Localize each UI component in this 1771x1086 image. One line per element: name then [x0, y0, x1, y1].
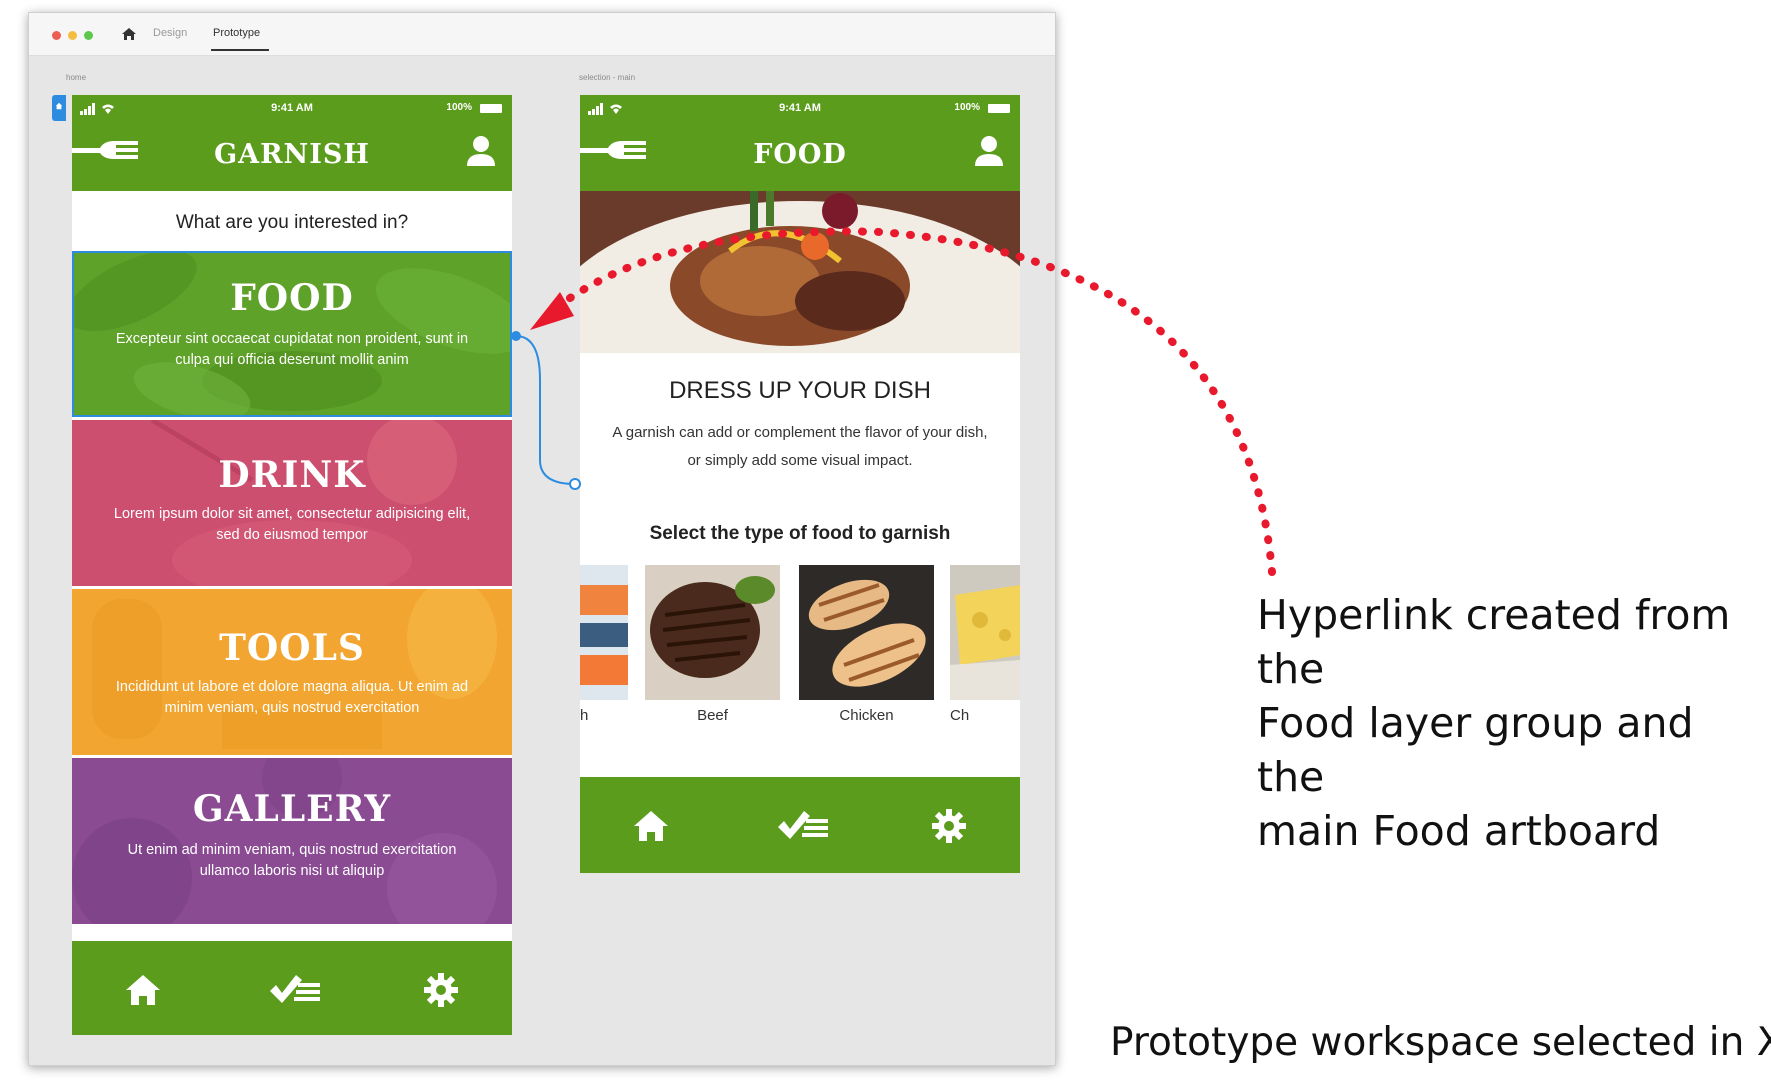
food-card-beef[interactable]: [645, 565, 780, 700]
tile-gallery-description: Ut enim ad minim veniam, quis nostrud ex…: [127, 842, 457, 879]
food-card-fish[interactable]: [580, 565, 628, 700]
chicken-image: [799, 565, 934, 700]
tile-tools-description: Incididunt ut labore et dolore magna ali…: [115, 679, 469, 716]
maximize-window-button[interactable]: [84, 31, 93, 40]
status-bar: 9:41 AM 100%: [580, 95, 1020, 121]
artboard-label-food: selection - main: [579, 73, 636, 82]
selection-outline: [72, 251, 512, 417]
food-artboard[interactable]: 9:41 AM 100% FOOD DRESS UP YOUR DISH A g…: [580, 95, 1020, 873]
active-tab-indicator: [211, 49, 269, 51]
battery-icon: [988, 104, 1010, 113]
checklist-icon[interactable]: [268, 971, 322, 1009]
drink-pattern: [150, 420, 457, 586]
hyperlink-annotation: Hyperlink created from the Food layer gr…: [1257, 588, 1771, 858]
screen-title: FOOD: [753, 139, 847, 170]
minimize-window-button[interactable]: [68, 31, 77, 40]
tile-drink-title: DRINK: [218, 454, 366, 496]
home-header: 9:41 AM 100% GARNISH: [72, 95, 512, 191]
close-window-button[interactable]: [52, 31, 61, 40]
user-icon[interactable]: [466, 135, 496, 167]
interest-question: What are you interested in?: [72, 191, 512, 249]
home-icon[interactable]: [632, 807, 670, 845]
tile-tools[interactable]: TOOLS Incididunt ut labore et dolore mag…: [72, 589, 512, 755]
beef-image: [645, 565, 780, 700]
fish-image: [580, 565, 628, 700]
home-artboard[interactable]: 9:41 AM 100% GARNISH What are you intere…: [72, 95, 512, 1035]
tile-gallery[interactable]: GALLERY Ut enim ad minim veniam, quis no…: [72, 758, 512, 924]
battery-icon: [480, 104, 502, 113]
annotation-line-2: Food layer group and the: [1257, 699, 1694, 801]
tools-pattern: [92, 589, 497, 749]
home-tab-bar: [72, 941, 512, 1035]
tile-gallery-title: GALLERY: [192, 788, 392, 830]
status-bar: 9:41 AM 100%: [72, 95, 512, 121]
app-title: GARNISH: [214, 139, 370, 170]
workspace-annotation: Prototype workspace selected in XD: [1110, 1020, 1771, 1065]
food-card-cheese[interactable]: [950, 565, 1020, 700]
food-label-cheese: Ch: [950, 707, 970, 724]
food-label-fish: h: [580, 707, 589, 724]
food-label-beef: Beef: [697, 707, 728, 724]
battery-level: 100%: [446, 102, 472, 113]
checklist-icon[interactable]: [776, 807, 830, 845]
artboard-label-home: home: [66, 73, 87, 82]
tab-prototype[interactable]: Prototype: [213, 27, 260, 39]
user-icon[interactable]: [974, 135, 1004, 167]
food-tab-bar: [580, 777, 1020, 873]
home-icon[interactable]: [121, 26, 137, 42]
gear-icon[interactable]: [422, 971, 460, 1009]
tile-drink[interactable]: DRINK Lorem ipsum dolor sit amet, consec…: [72, 420, 512, 586]
title-bar: Design Prototype: [29, 13, 1055, 56]
tile-food[interactable]: FOOD Excepteur sint occaecat cupidatat n…: [72, 251, 512, 417]
hero-dish-image: [580, 191, 1020, 353]
tile-drink-description: Lorem ipsum dolor sit amet, consectetur …: [113, 506, 471, 543]
annotation-line-3: main Food artboard: [1257, 807, 1661, 855]
cheese-image: [950, 565, 1020, 700]
tile-tools-title: TOOLS: [219, 627, 365, 669]
food-label-chicken: Chicken: [839, 707, 894, 724]
annotation-line-1: Hyperlink created from the: [1257, 591, 1731, 693]
home-icon[interactable]: [124, 971, 162, 1009]
tab-design[interactable]: Design: [153, 27, 187, 39]
food-header: 9:41 AM 100% FOOD: [580, 95, 1020, 191]
dish-description: A garnish can add or complement the flav…: [612, 424, 988, 469]
food-card-chicken[interactable]: [799, 565, 934, 700]
battery-level: 100%: [954, 102, 980, 113]
gear-icon[interactable]: [930, 807, 968, 845]
select-food-label: Select the type of food to garnish: [649, 523, 951, 544]
home-artboard-flag[interactable]: [52, 95, 66, 121]
dish-heading: DRESS UP YOUR DISH: [669, 377, 931, 404]
